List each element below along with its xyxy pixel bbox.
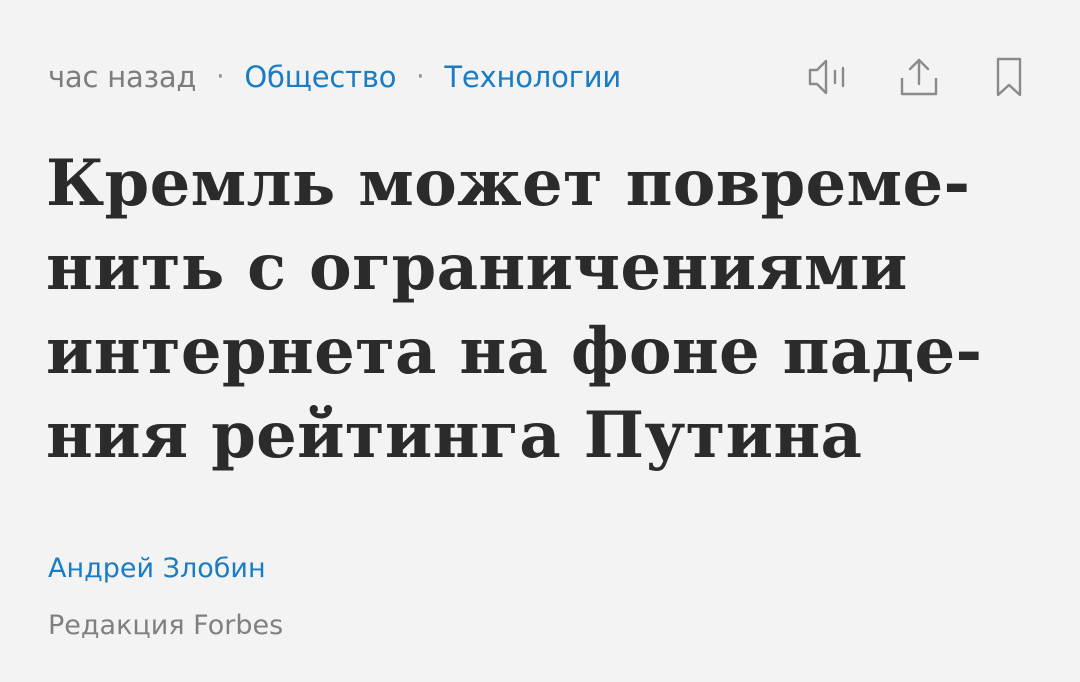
speaker-icon [808,59,845,95]
author-link[interactable]: Андрей Злобин [48,553,266,584]
category-link-technology[interactable]: Технологии [444,60,621,94]
listen-button[interactable] [806,56,852,98]
bookmark-button[interactable] [986,56,1032,98]
article-actions [806,56,1032,98]
bookmark-icon [996,57,1022,97]
share-button[interactable] [896,56,942,98]
article-meta-row: час назад · Общество · Технологии [48,55,621,99]
publish-time: час назад [48,60,197,94]
article-headline: Кремль может повреме- нить с ограничения… [46,142,1036,478]
share-icon [900,58,938,96]
headline-line: Кремль может повреме- [46,146,971,221]
category-link-society[interactable]: Общество [244,60,396,94]
headline-line: ния рейтинга Путина [46,398,863,473]
headline-line: нить с ограничениями [46,230,908,305]
headline-line: интернета на фоне паде- [46,314,983,389]
author-affiliation: Редакция Forbes [48,610,284,641]
meta-separator: · [416,62,425,92]
meta-separator: · [216,62,225,92]
